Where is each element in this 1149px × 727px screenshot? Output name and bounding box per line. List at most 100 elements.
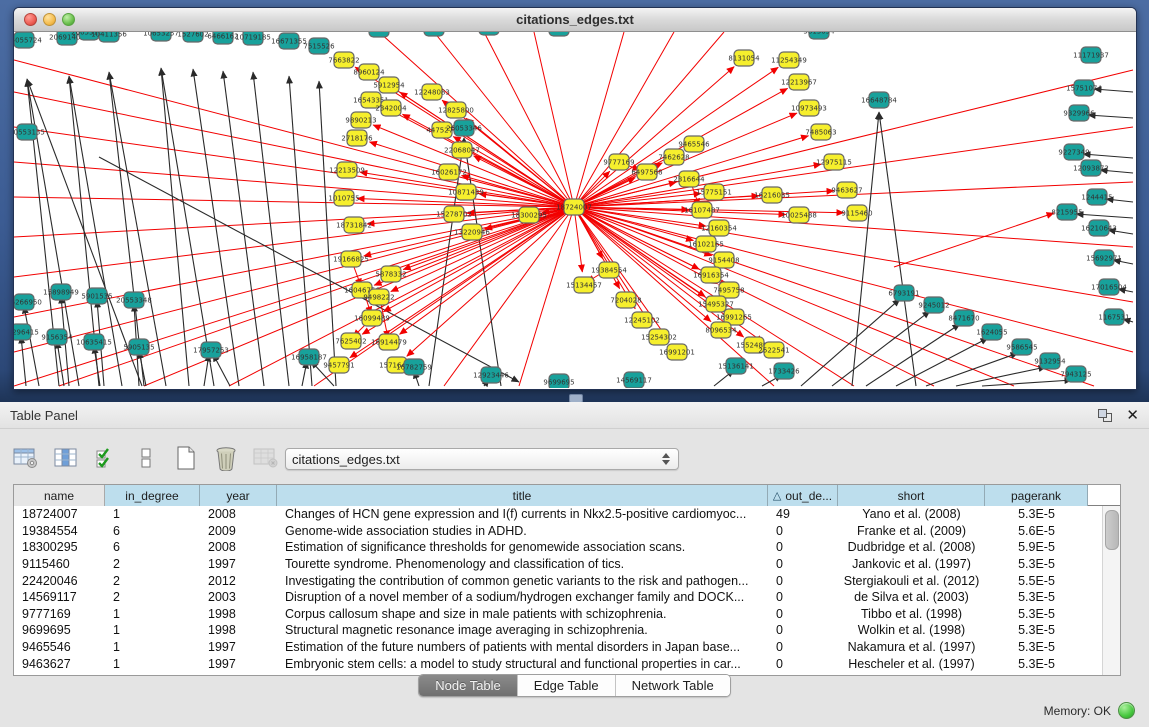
float-panel-icon[interactable]: [1098, 409, 1112, 422]
graph-node[interactable]: 1244415: [1081, 189, 1112, 205]
graph-node[interactable]: 1527602: [177, 32, 208, 42]
graph-node[interactable]: 7663822: [328, 52, 359, 68]
table-row[interactable]: 969969511998Structural magnetic resonanc…: [14, 622, 1103, 639]
graph-node[interactable]: 7204028: [610, 292, 641, 308]
scrollbar-thumb[interactable]: [1105, 510, 1119, 550]
graph-node[interactable]: 1010755: [328, 190, 359, 206]
graph-node[interactable]: 16671355: [271, 33, 307, 49]
column-header-pagerank[interactable]: pagerank: [985, 485, 1088, 506]
graph-node[interactable]: 7515526: [303, 38, 335, 54]
graph-node[interactable]: 9227349: [1058, 144, 1089, 160]
tab-edge-table[interactable]: Edge Table: [518, 675, 616, 696]
graph-node[interactable]: 18296415: [14, 324, 39, 340]
table-row[interactable]: 946554611997Estimation of the future num…: [14, 639, 1103, 656]
graph-node[interactable]: 12923446: [473, 367, 509, 383]
minimize-window-icon[interactable]: [43, 13, 56, 26]
table-row[interactable]: 1938455462009Genome-wide association stu…: [14, 523, 1103, 540]
graph-node[interactable]: 5878332: [375, 266, 406, 282]
graph-node[interactable]: 1733426: [768, 363, 800, 379]
graph-node[interactable]: 9699695: [543, 374, 574, 388]
table-row[interactable]: 946362711997Embryonic stem cells: a mode…: [14, 655, 1103, 672]
graph-node[interactable]: 16253141: [541, 32, 577, 36]
graph-node[interactable]: 18512274: [361, 32, 397, 37]
graph-node[interactable]: 7485063: [805, 124, 836, 140]
graph-node[interactable]: 7943125: [1060, 366, 1091, 382]
graph-node[interactable]: 3813054: [803, 32, 835, 39]
graph-node[interactable]: 15134457: [566, 277, 602, 293]
graph-node[interactable]: 9890213: [345, 112, 376, 128]
table-row[interactable]: 977716911998Corpus callosum shape and si…: [14, 606, 1103, 623]
graph-node[interactable]: 16991201: [659, 344, 695, 360]
graph-node[interactable]: 6793191: [888, 285, 919, 301]
column-visibility-icon[interactable]: [50, 442, 82, 474]
tab-network-table[interactable]: Network Table: [616, 675, 730, 696]
graph-node[interactable]: 20553135: [14, 124, 45, 140]
table-row[interactable]: 2242004622012Investigating the contribut…: [14, 572, 1103, 589]
close-panel-icon[interactable]: ✕: [1126, 408, 1139, 423]
table-row[interactable]: 1872400712008Changes of HCN gene express…: [14, 506, 1103, 523]
column-header-in_degree[interactable]: in_degree: [105, 485, 200, 506]
delete-trash-icon[interactable]: [210, 442, 242, 474]
graph-node[interactable]: 12213967: [781, 74, 817, 90]
graph-node[interactable]: 9465546: [678, 136, 710, 152]
network-window[interactable]: citations_edges.txt 18724007766382289601…: [13, 7, 1137, 390]
graph-node[interactable]: 15278702: [436, 206, 472, 222]
graph-node[interactable]: 16099489: [354, 310, 390, 326]
graph-node[interactable]: 10719185: [235, 32, 271, 45]
graph-node[interactable]: 16914479: [371, 334, 407, 350]
graph-node[interactable]: 10635415: [76, 334, 112, 350]
vertical-scrollbar[interactable]: [1102, 506, 1120, 675]
row-height-icon[interactable]: [130, 442, 162, 474]
graph-node[interactable]: 12213509: [329, 162, 365, 178]
graph-node[interactable]: 9586545: [1006, 339, 1037, 355]
graph-node[interactable]: 25266950: [14, 294, 42, 310]
graph-node[interactable]: 17957253: [193, 342, 229, 358]
graph-node[interactable]: 16210643: [1081, 220, 1117, 236]
graph-node[interactable]: 16216035: [754, 187, 790, 203]
close-window-icon[interactable]: [24, 13, 37, 26]
zoom-window-icon[interactable]: [62, 13, 75, 26]
graph-node[interactable]: 20553348: [116, 292, 152, 308]
graph-node[interactable]: 9245012: [918, 297, 949, 313]
graph-node[interactable]: 6497568: [631, 164, 662, 180]
graph-node[interactable]: 6466162: [207, 32, 238, 44]
network-window-titlebar[interactable]: citations_edges.txt: [14, 8, 1136, 32]
graph-node[interactable]: 11254349: [771, 52, 807, 68]
graph-node[interactable]: 7462628: [658, 149, 689, 165]
graph-node[interactable]: 15136141: [718, 358, 754, 374]
graph-node[interactable]: 2718176: [341, 130, 373, 146]
graph-node[interactable]: 9115460: [841, 205, 872, 221]
graph-node[interactable]: 9329966: [1063, 105, 1095, 121]
graph-node[interactable]: 14569117: [616, 372, 652, 388]
graph-node[interactable]: 12245102: [624, 312, 660, 328]
select-all-check-icon[interactable]: [90, 442, 122, 474]
graph-node[interactable]: 8131054: [728, 50, 760, 66]
table-selector-dropdown[interactable]: citations_edges.txt: [285, 448, 679, 470]
graph-node[interactable]: 11171937: [1073, 47, 1109, 63]
graph-node[interactable]: 9457791: [323, 357, 354, 373]
graph-node[interactable]: 22068047: [444, 142, 480, 158]
memory-status-led[interactable]: [1118, 702, 1135, 719]
table-settings-icon[interactable]: [10, 442, 42, 474]
graph-node[interactable]: 15692971: [1086, 250, 1122, 266]
graph-node[interactable]: 5912954: [373, 77, 405, 93]
column-header-title[interactable]: title: [277, 485, 768, 506]
tab-node-table[interactable]: Node Table: [419, 675, 518, 696]
graph-node[interactable]: 15751074: [1066, 80, 1102, 96]
graph-node[interactable]: 12825800: [438, 102, 474, 118]
graph-node[interactable]: 8471670: [948, 310, 979, 326]
graph-node[interactable]: 17016504: [1091, 279, 1127, 295]
graph-node[interactable]: 10411356: [91, 32, 127, 42]
graph-node[interactable]: 12248083: [414, 84, 450, 100]
graph-node[interactable]: 10025488: [781, 207, 817, 223]
graph-node[interactable]: 16648784: [861, 92, 897, 108]
column-header-short[interactable]: short: [838, 485, 985, 506]
graph-node[interactable]: 10465223: [471, 32, 507, 35]
delete-table-icon[interactable]: [250, 442, 282, 474]
column-header-out_de[interactable]: △out_de...: [768, 485, 838, 506]
graph-node[interactable]: 1624055: [976, 324, 1007, 340]
graph-node[interactable]: 10653257: [143, 32, 179, 41]
graph-node[interactable]: 1167531: [1098, 309, 1129, 325]
table-row[interactable]: 1456911722003Disruption of a novel membe…: [14, 589, 1103, 606]
table-row[interactable]: 1830029562008Estimation of significance …: [14, 539, 1103, 556]
